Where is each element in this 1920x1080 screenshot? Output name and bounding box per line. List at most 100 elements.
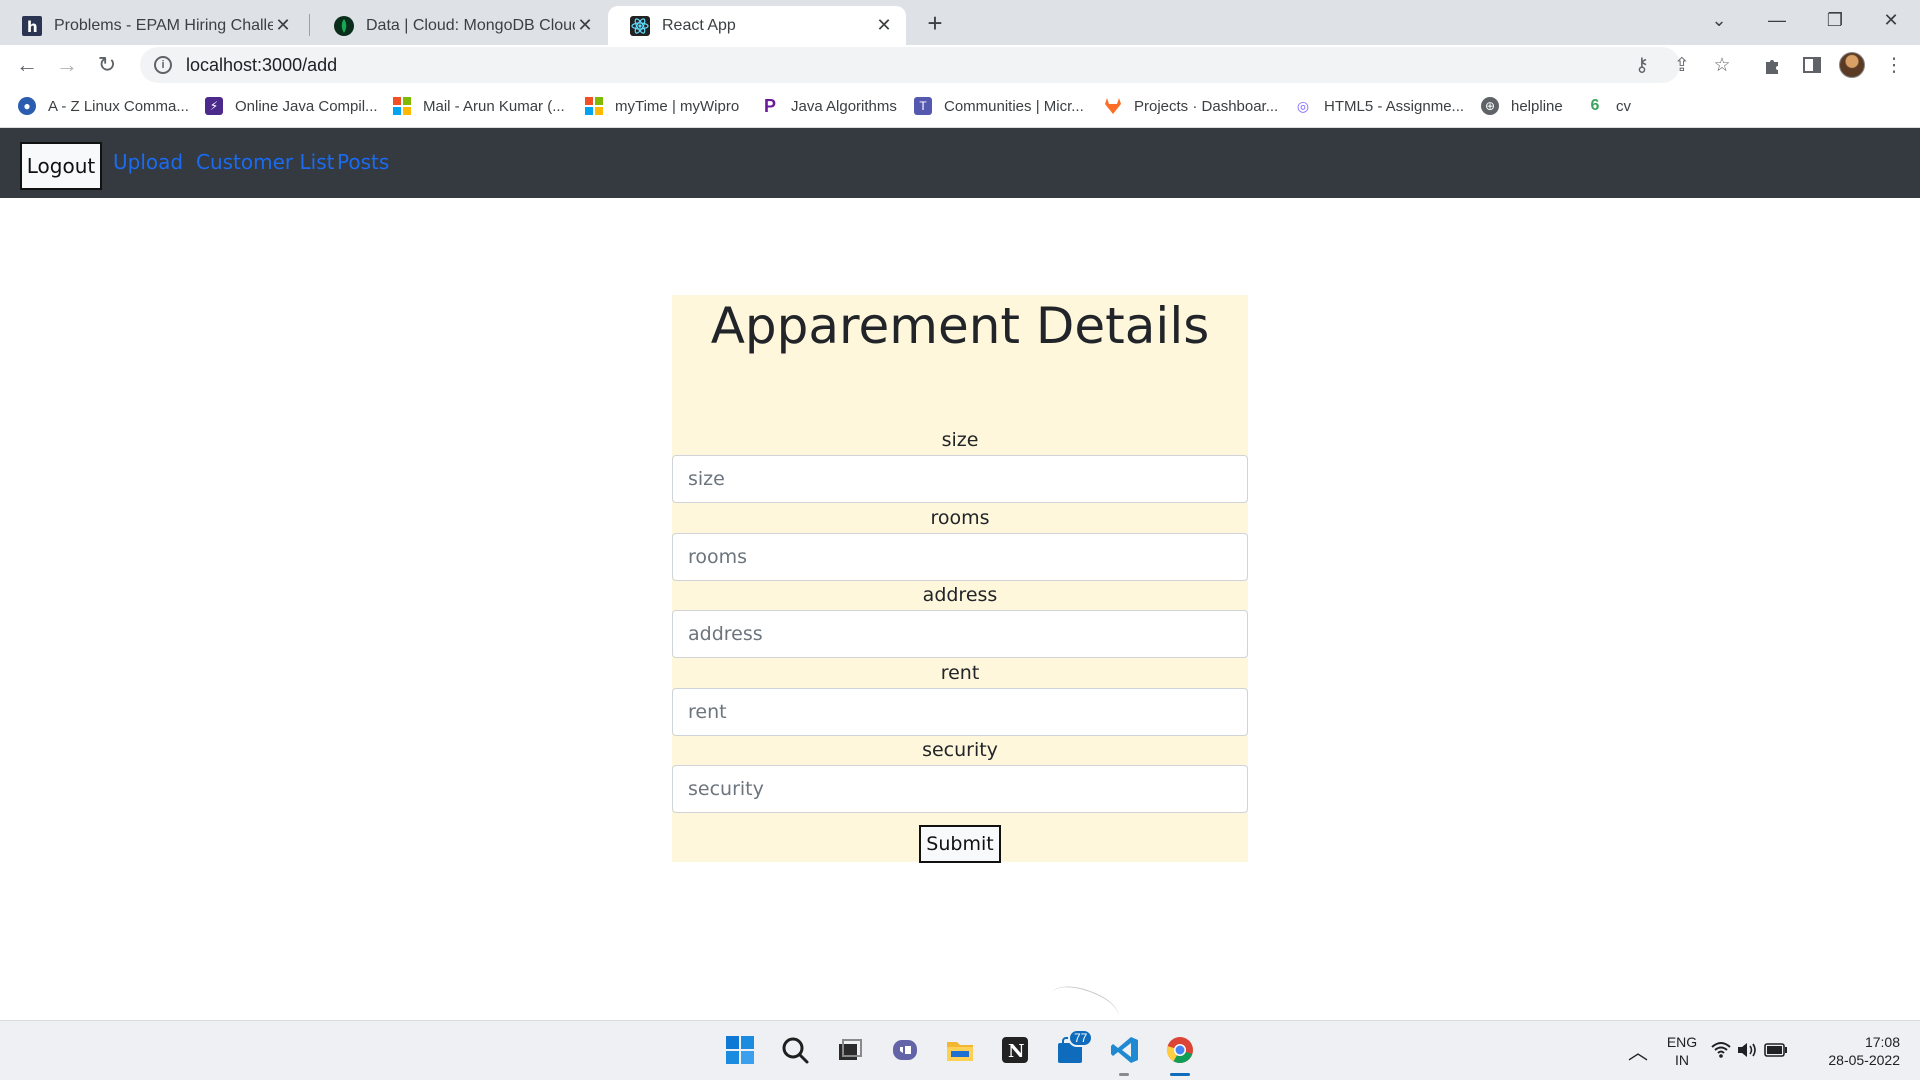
globe-icon: ● bbox=[18, 97, 36, 115]
nav-link-upload[interactable]: Upload bbox=[113, 150, 183, 174]
close-tab-icon[interactable]: ✕ bbox=[575, 15, 595, 36]
size-label: size bbox=[941, 429, 979, 451]
wifi-icon[interactable] bbox=[1710, 1033, 1732, 1067]
bookmarks-bar: ● A - Z Linux Comma... ⚡ Online Java Com… bbox=[0, 85, 1920, 128]
tab-title: React App bbox=[662, 16, 736, 34]
share-icon[interactable]: ⇪ bbox=[1666, 49, 1698, 81]
new-tab-button[interactable]: + bbox=[920, 8, 950, 38]
bookmark-label: Java Algorithms bbox=[791, 97, 897, 115]
security-label: security bbox=[922, 739, 998, 761]
bookmark-label: Mail - Arun Kumar (... bbox=[423, 97, 565, 115]
tab-epam-hiring[interactable]: h Problems - EPAM Hiring Challenge ✕ bbox=[0, 6, 305, 45]
bookmark-cv[interactable]: 6 cv bbox=[1586, 95, 1631, 117]
rooms-input[interactable] bbox=[672, 533, 1248, 581]
size-input[interactable] bbox=[672, 455, 1248, 503]
reload-icon[interactable]: ↻ bbox=[91, 49, 123, 81]
address-label: address bbox=[922, 584, 998, 606]
back-icon[interactable]: ← bbox=[11, 49, 43, 81]
bookmark-mytime[interactable]: myTime | myWipro bbox=[585, 95, 739, 117]
microsoft-icon bbox=[393, 97, 411, 115]
windows-start-icon[interactable] bbox=[723, 1033, 757, 1067]
url-text: localhost:3000/add bbox=[186, 54, 338, 75]
battery-icon[interactable] bbox=[1764, 1033, 1788, 1067]
svg-text:h: h bbox=[27, 18, 38, 36]
webpage-icon: ◎ bbox=[1296, 97, 1310, 114]
bookmark-java-compiler[interactable]: ⚡ Online Java Compil... bbox=[205, 95, 378, 117]
notion-icon[interactable]: N bbox=[998, 1033, 1032, 1067]
profile-avatar[interactable] bbox=[1839, 52, 1865, 78]
form-title: Apparement Details bbox=[710, 297, 1210, 355]
submit-button[interactable]: Submit bbox=[919, 825, 1001, 863]
search-icon[interactable] bbox=[778, 1033, 812, 1067]
region-label: IN bbox=[1675, 1052, 1689, 1068]
security-input[interactable] bbox=[672, 765, 1248, 813]
forward-icon[interactable]: → bbox=[51, 49, 83, 81]
browser-toolbar: ← → ↻ i localhost:3000/add ⚷ ⇪ ☆ ⋮ bbox=[0, 45, 1920, 85]
rent-input[interactable] bbox=[672, 688, 1248, 736]
file-explorer-icon[interactable] bbox=[943, 1033, 977, 1067]
language-label: ENG bbox=[1666, 1034, 1698, 1050]
windows-taskbar: N 77 ︿ ENG IN 17:08 28-05-2022 bbox=[0, 1020, 1920, 1080]
nav-link-customer-list[interactable]: Customer List bbox=[196, 150, 334, 174]
bookmark-html5[interactable]: ◎ HTML5 - Assignme... bbox=[1294, 95, 1464, 117]
lightning-icon: ⚡ bbox=[205, 97, 223, 115]
chevron-up-icon[interactable]: ︿ bbox=[1621, 1033, 1655, 1067]
running-indicator bbox=[1119, 1073, 1129, 1076]
bookmark-communities[interactable]: T Communities | Micr... bbox=[914, 95, 1084, 117]
apartment-details-form: Apparement Details size rooms address re… bbox=[672, 295, 1248, 863]
close-tab-icon[interactable]: ✕ bbox=[273, 15, 293, 36]
restore-button[interactable]: ❐ bbox=[1806, 0, 1864, 40]
tab-separator bbox=[309, 14, 310, 36]
close-tab-icon[interactable]: ✕ bbox=[874, 15, 894, 36]
address-bar[interactable]: i localhost:3000/add bbox=[140, 47, 1680, 83]
active-app-indicator bbox=[1170, 1073, 1190, 1076]
close-window-button[interactable]: ✕ bbox=[1862, 0, 1920, 40]
minimize-button[interactable]: — bbox=[1748, 0, 1806, 40]
teams-icon: T bbox=[914, 97, 932, 115]
chrome-icon[interactable] bbox=[1163, 1033, 1197, 1067]
nav-link-posts[interactable]: Posts bbox=[337, 150, 389, 174]
microsoft-icon bbox=[585, 97, 603, 115]
menu-icon[interactable]: ⋮ bbox=[1878, 49, 1910, 81]
notification-badge: 77 bbox=[1068, 1029, 1094, 1047]
bookmark-label: myTime | myWipro bbox=[615, 97, 740, 115]
app-navbar: Logout Upload Customer List Posts bbox=[0, 128, 1920, 198]
bookmark-label: helpline bbox=[1511, 97, 1563, 115]
tab-title: Data | Cloud: MongoDB Cloud bbox=[366, 16, 575, 34]
leaf-icon: 6 bbox=[1590, 97, 1600, 114]
clock[interactable]: 17:08 28-05-2022 bbox=[1814, 1033, 1900, 1069]
svg-text:N: N bbox=[1008, 1041, 1024, 1062]
tab-react-app[interactable]: React App ✕ bbox=[608, 6, 906, 45]
rent-label: rent bbox=[940, 662, 980, 684]
tab-mongodb[interactable]: Data | Cloud: MongoDB Cloud ✕ bbox=[312, 6, 607, 45]
tab-search-icon[interactable]: ⌄ bbox=[1690, 0, 1748, 40]
bookmark-label: Online Java Compil... bbox=[235, 97, 378, 115]
bookmark-helpline[interactable]: ⊕ helpline bbox=[1481, 95, 1563, 117]
bookmark-mail[interactable]: Mail - Arun Kumar (... bbox=[393, 95, 565, 117]
side-panel-icon[interactable] bbox=[1796, 49, 1828, 81]
bookmark-linux-commands[interactable]: ● A - Z Linux Comma... bbox=[18, 95, 189, 117]
chat-icon[interactable] bbox=[888, 1033, 922, 1067]
mongodb-leaf-icon bbox=[334, 15, 354, 36]
vscode-icon[interactable] bbox=[1108, 1033, 1142, 1067]
react-icon bbox=[630, 15, 650, 36]
volume-icon[interactable] bbox=[1737, 1033, 1759, 1067]
rooms-label: rooms bbox=[930, 507, 990, 529]
key-icon[interactable]: ⚷ bbox=[1626, 49, 1658, 81]
gitlab-icon bbox=[1104, 97, 1122, 115]
bookmark-label: A - Z Linux Comma... bbox=[48, 97, 189, 115]
bookmark-java-algorithms[interactable]: P Java Algorithms bbox=[761, 95, 897, 117]
task-view-icon[interactable] bbox=[833, 1033, 867, 1067]
bookmark-label: HTML5 - Assignme... bbox=[1324, 97, 1465, 115]
site-info-icon[interactable]: i bbox=[154, 56, 172, 74]
star-icon[interactable]: ☆ bbox=[1706, 49, 1738, 81]
extensions-icon[interactable] bbox=[1756, 49, 1788, 81]
logout-button[interactable]: Logout bbox=[20, 142, 102, 190]
bookmark-label: Projects · Dashboar... bbox=[1134, 97, 1279, 115]
globe-icon: ⊕ bbox=[1481, 97, 1499, 115]
browser-tab-bar: h Problems - EPAM Hiring Challenge ✕ Dat… bbox=[0, 0, 1920, 45]
address-input[interactable] bbox=[672, 610, 1248, 658]
hackerearth-icon: h bbox=[22, 15, 42, 36]
bookmark-gitlab-projects[interactable]: Projects · Dashboar... bbox=[1104, 95, 1278, 117]
input-language[interactable]: ENG IN bbox=[1662, 1033, 1702, 1069]
